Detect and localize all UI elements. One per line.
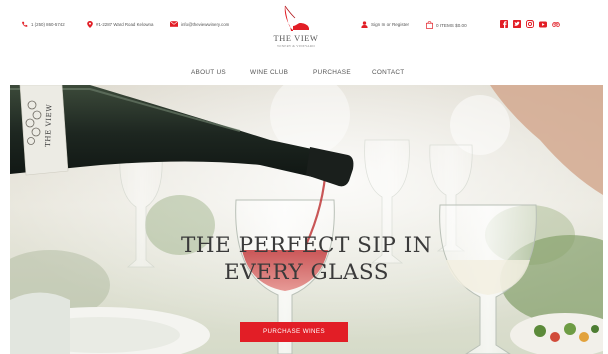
site-logo[interactable]: THE VIEW WINERY & VINEYARD: [262, 4, 330, 50]
phone-number: 1 (250) 860-5742: [31, 22, 65, 27]
bottle-label-text: THE VIEW: [44, 104, 54, 147]
hero-background-image: THE VIEW: [10, 85, 603, 354]
nav-purchase[interactable]: PURCHASE: [313, 69, 351, 76]
hero-title-line2: EVERY GLASS: [223, 260, 390, 285]
logo-title: THE VIEW: [273, 34, 319, 43]
nav-contact[interactable]: CONTACT: [372, 69, 405, 76]
email-link[interactable]: info@theviewwinery.com: [170, 21, 229, 27]
purchase-wines-button[interactable]: PURCHASE WINES: [240, 322, 348, 342]
youtube-icon[interactable]: [539, 20, 547, 28]
envelope-icon: [170, 21, 178, 27]
map-pin-icon: [87, 21, 93, 28]
sign-in-label: Sign In or Register: [371, 22, 410, 27]
nav-about-us[interactable]: ABOUT US: [191, 69, 226, 76]
phone-icon: [22, 21, 28, 27]
instagram-icon[interactable]: [526, 20, 534, 28]
twitter-icon[interactable]: [513, 20, 521, 28]
logo-subtitle: WINERY & VINEYARD: [277, 44, 315, 48]
phone-link[interactable]: 1 (250) 860-5742: [21, 21, 65, 28]
cart-label: 0 ITEMS $0.00: [436, 22, 467, 28]
user-icon: [361, 21, 368, 28]
email-text: info@theviewwinery.com: [181, 21, 230, 27]
address-link[interactable]: #1-2287 Ward Road Kelowna: [87, 21, 153, 28]
top-bar: 1 (250) 860-5742 #1-2287 Ward Road Kelow…: [0, 0, 608, 58]
hero-banner: THE VIEW THE PERFECT SIP IN EVERY GLASS …: [10, 85, 603, 354]
cart-link[interactable]: 0 ITEMS $0.00: [426, 21, 467, 29]
main-nav: ABOUT US WINE CLUB PURCHASE CONTACT: [0, 69, 608, 79]
social-links: [500, 20, 560, 28]
tripadvisor-icon[interactable]: [552, 20, 560, 28]
sign-in-link[interactable]: Sign In or Register: [361, 21, 409, 28]
facebook-icon[interactable]: [500, 20, 508, 28]
hero-title-line1: THE PERFECT SIP IN: [180, 233, 433, 258]
high-heel-logo-icon: [284, 5, 309, 31]
address-text: #1-2287 Ward Road Kelowna: [96, 22, 154, 27]
nav-wine-club[interactable]: WINE CLUB: [250, 69, 288, 76]
shopping-bag-icon: [426, 21, 433, 29]
